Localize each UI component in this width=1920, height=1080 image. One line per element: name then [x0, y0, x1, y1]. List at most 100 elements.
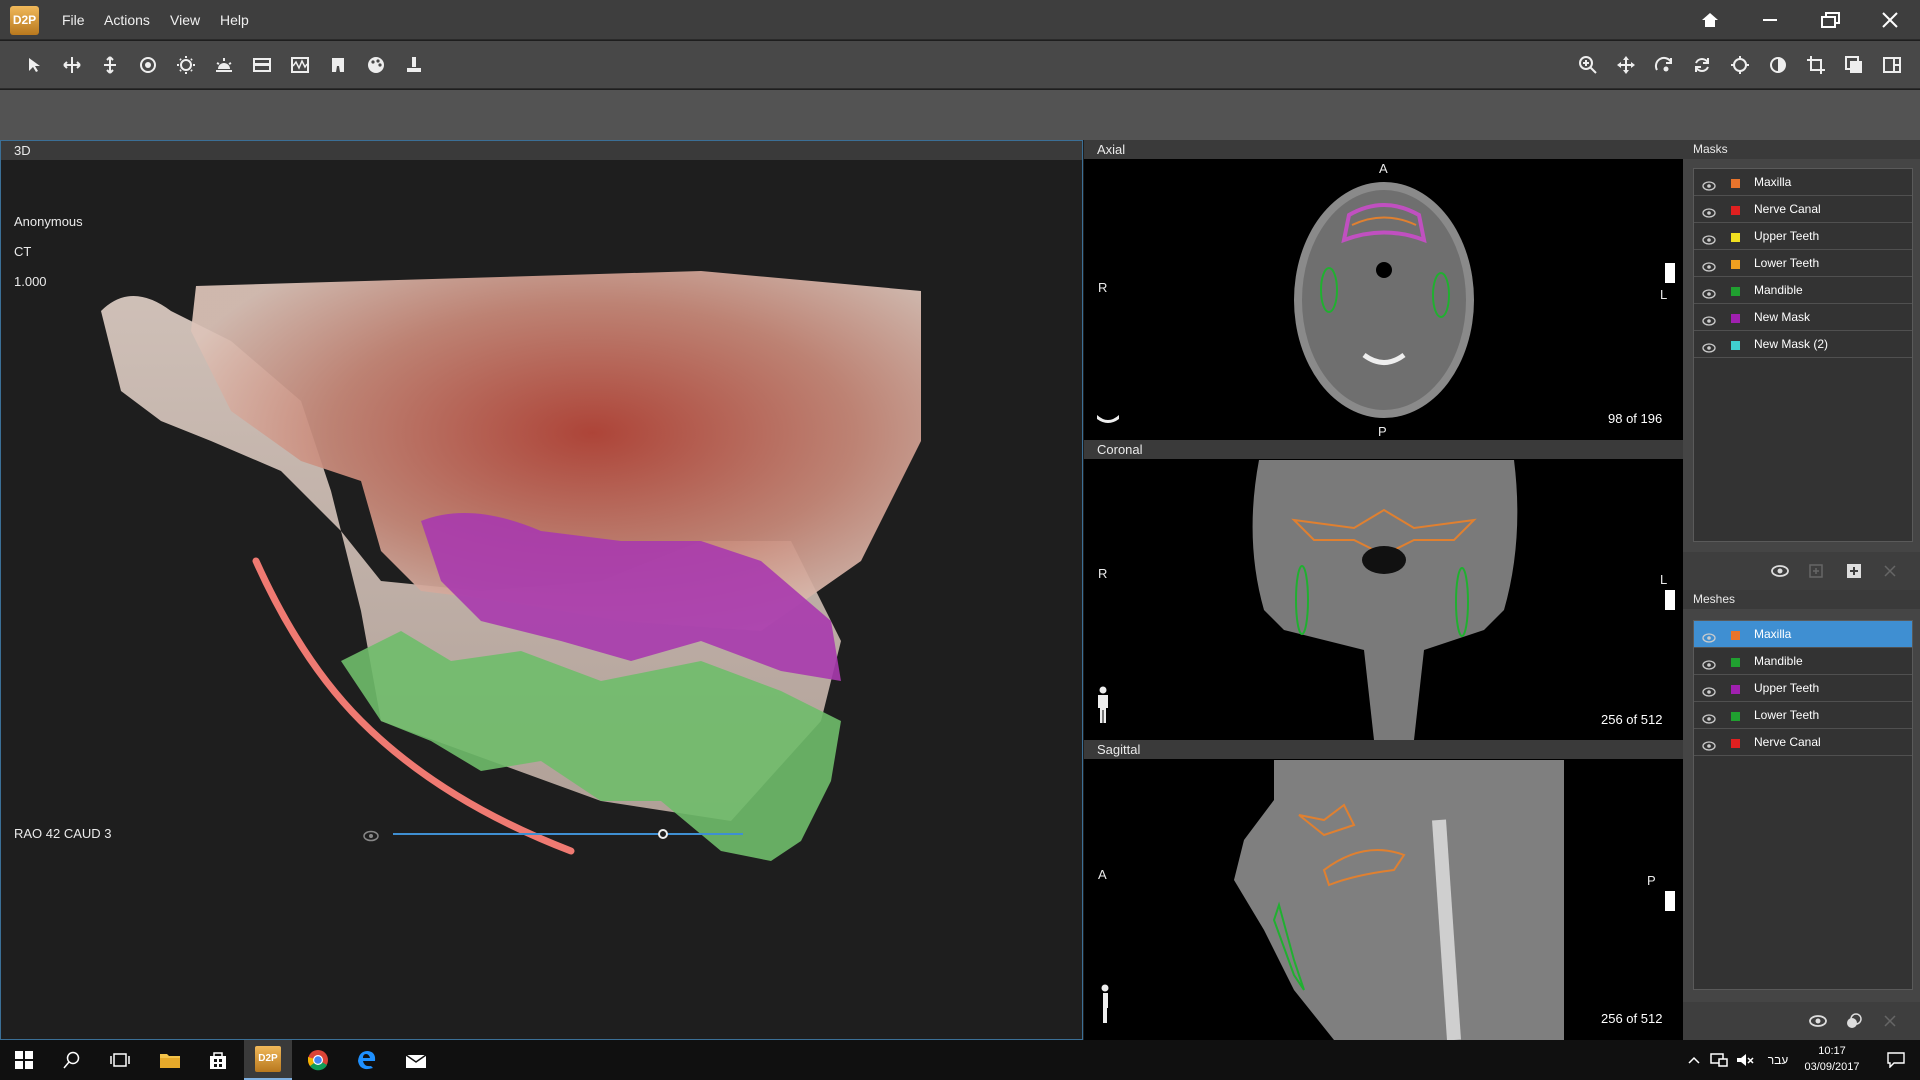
mesh-label: Mandible — [1754, 654, 1803, 668]
mesh-row[interactable]: Lower Teeth — [1694, 702, 1912, 729]
brightness-icon[interactable] — [174, 53, 198, 77]
mesh-row[interactable]: Maxilla — [1694, 621, 1912, 648]
visibility-eye-icon[interactable] — [1702, 337, 1716, 364]
volume-muted-icon[interactable] — [1732, 1040, 1758, 1080]
color-swatch[interactable] — [1731, 341, 1740, 350]
restore-icon[interactable] — [1800, 0, 1860, 40]
menu-help[interactable]: Help — [220, 0, 249, 40]
edge-icon[interactable] — [342, 1040, 390, 1080]
color-swatch[interactable] — [1731, 739, 1740, 748]
center-icon[interactable] — [1728, 53, 1752, 77]
menu-view[interactable]: View — [170, 0, 200, 40]
visibility-eye-icon[interactable] — [1702, 735, 1716, 762]
color-swatch[interactable] — [1731, 658, 1740, 667]
mask-row[interactable]: New Mask — [1694, 304, 1912, 331]
mask-label: Upper Teeth — [1754, 229, 1820, 243]
mask-visibility-icon[interactable] — [1771, 564, 1789, 583]
view-axial[interactable]: Axial A R L P 98 of 196 — [1084, 140, 1683, 440]
zoom-icon[interactable] — [1576, 53, 1600, 77]
axial-slice-marker[interactable] — [1665, 263, 1675, 283]
color-swatch[interactable] — [1731, 233, 1740, 242]
mail-icon[interactable] — [392, 1040, 440, 1080]
mesh-delete-icon[interactable] — [1883, 1014, 1897, 1033]
view-coronal[interactable]: Coronal S R L 256 of 512 — [1084, 440, 1683, 740]
chrome-icon[interactable] — [294, 1040, 342, 1080]
layers-icon[interactable] — [1842, 53, 1866, 77]
menu-file[interactable]: File — [62, 0, 85, 40]
mask-delete-icon[interactable] — [1883, 564, 1897, 583]
color-swatch[interactable] — [1731, 712, 1740, 721]
mesh-row[interactable]: Mandible — [1694, 648, 1912, 675]
toolbar — [0, 41, 1920, 89]
mesh-row[interactable]: Upper Teeth — [1694, 675, 1912, 702]
crop-icon[interactable] — [1804, 53, 1828, 77]
mask-label: Maxilla — [1754, 175, 1792, 189]
color-swatch[interactable] — [1731, 631, 1740, 640]
meshes-panel: Meshes Maxilla Mandible Upper Teeth Lower T… — [1683, 590, 1920, 1040]
chevron-up-icon[interactable] — [1682, 1040, 1706, 1080]
mask-row[interactable]: New Mask (2) — [1694, 331, 1912, 358]
color-swatch[interactable] — [1731, 685, 1740, 694]
palette-icon[interactable] — [364, 53, 388, 77]
contrast-icon[interactable] — [1766, 53, 1790, 77]
rotate-free-icon[interactable] — [1652, 53, 1676, 77]
empty-ribbon — [0, 90, 1920, 140]
layout-icon[interactable] — [1880, 53, 1904, 77]
tooth-icon[interactable] — [326, 53, 350, 77]
clock[interactable]: 10:17 03/09/2017 — [1800, 1043, 1864, 1075]
move-horizontal-icon[interactable] — [60, 53, 84, 77]
mesh-color-icon[interactable] — [1846, 1013, 1862, 1034]
mask-row[interactable]: Nerve Canal — [1694, 196, 1912, 223]
input-language[interactable]: עבר — [1760, 1040, 1796, 1080]
app-logo: D2P — [10, 6, 39, 35]
axial-ct-image — [1294, 182, 1474, 418]
mask-row[interactable]: Maxilla — [1694, 169, 1912, 196]
visibility-eye-icon[interactable] — [363, 829, 379, 842]
pointer-icon[interactable] — [22, 53, 46, 77]
store-icon[interactable] — [194, 1040, 242, 1080]
search-icon[interactable] — [48, 1040, 96, 1080]
mask-row[interactable]: Lower Teeth — [1694, 250, 1912, 277]
view-sagittal[interactable]: Sagittal S A P 256 of 512 — [1084, 740, 1683, 1040]
task-view-icon[interactable] — [96, 1040, 144, 1080]
view-3d[interactable]: 3D Anonymous CT 1.000 RAO 42 CAUD 3 — [0, 140, 1083, 1040]
meshes-actions — [1683, 1002, 1920, 1040]
opacity-slider-thumb[interactable] — [657, 829, 668, 839]
windows-start-icon[interactable] — [0, 1040, 48, 1080]
mask-label: Lower Teeth — [1754, 256, 1820, 270]
color-swatch[interactable] — [1731, 179, 1740, 188]
color-swatch[interactable] — [1731, 260, 1740, 269]
home-icon[interactable] — [1680, 0, 1740, 40]
color-swatch[interactable] — [1731, 314, 1740, 323]
teeth-view-icon — [1096, 410, 1120, 423]
jaw-3d-render[interactable] — [1, 161, 1084, 1041]
mask-row[interactable]: Mandible — [1694, 277, 1912, 304]
notifications-icon[interactable] — [1872, 1040, 1920, 1080]
move-vertical-icon[interactable] — [98, 53, 122, 77]
close-icon[interactable] — [1860, 0, 1920, 40]
minimize-icon[interactable] — [1740, 0, 1800, 40]
mesh-row[interactable]: Nerve Canal — [1694, 729, 1912, 756]
sunrise-icon[interactable] — [212, 53, 236, 77]
network-icon[interactable] — [1706, 1040, 1732, 1080]
color-swatch[interactable] — [1731, 206, 1740, 215]
sagittal-slice-marker[interactable] — [1665, 891, 1675, 911]
rotate-icon[interactable] — [1690, 53, 1714, 77]
coronal-slice-marker[interactable] — [1665, 590, 1675, 610]
circle-tool-icon[interactable] — [136, 53, 160, 77]
mesh-visibility-icon[interactable] — [1809, 1014, 1827, 1033]
mask-duplicate-icon[interactable] — [1808, 563, 1824, 584]
mask-add-icon[interactable] — [1846, 563, 1862, 584]
waveform-icon[interactable] — [288, 53, 312, 77]
implant-icon[interactable] — [402, 53, 426, 77]
menu-actions[interactable]: Actions — [104, 0, 150, 40]
panel-icon[interactable] — [250, 53, 274, 77]
person-side-icon — [1100, 984, 1110, 1024]
pan-icon[interactable] — [1614, 53, 1638, 77]
file-explorer-icon[interactable] — [146, 1040, 194, 1080]
mask-row[interactable]: Upper Teeth — [1694, 223, 1912, 250]
color-swatch[interactable] — [1731, 287, 1740, 296]
d2p-app-icon[interactable]: D2P — [244, 1040, 292, 1080]
masks-list: Maxilla Nerve Canal Upper Teeth Lower Teeth… — [1693, 168, 1913, 542]
opacity-slider[interactable] — [393, 833, 743, 835]
